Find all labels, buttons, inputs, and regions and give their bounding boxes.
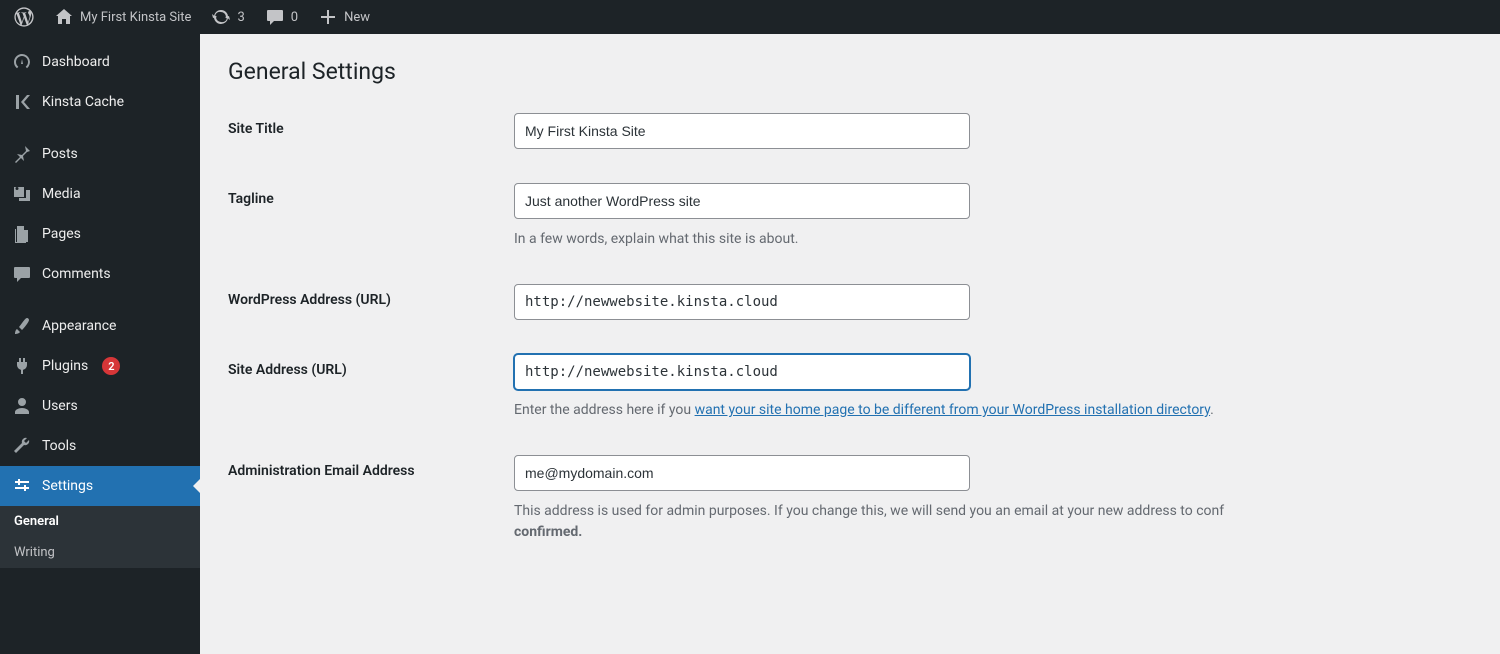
wp-url-input[interactable] (514, 284, 970, 320)
admin-email-description: This address is used for admin purposes.… (514, 501, 1472, 543)
page-title: General Settings (228, 58, 1472, 85)
site-name-label: My First Kinsta Site (80, 10, 191, 25)
comments-count: 0 (291, 10, 298, 25)
site-url-input[interactable] (514, 354, 970, 390)
plug-icon (12, 356, 32, 376)
row-admin-email: Administration Email Address This addres… (228, 455, 1472, 543)
comment-icon (265, 7, 285, 27)
sidebar-item-label: Media (42, 186, 81, 202)
admin-sidebar: Dashboard Kinsta Cache Posts Media Pages (0, 34, 200, 654)
site-url-label: Site Address (URL) (228, 354, 514, 378)
new-content-link[interactable]: New (310, 0, 378, 34)
wp-url-label: WordPress Address (URL) (228, 284, 514, 308)
user-icon (12, 396, 32, 416)
comments-link[interactable]: 0 (257, 0, 306, 34)
sidebar-item-comments[interactable]: Comments (0, 254, 200, 294)
sidebar-item-label: Dashboard (42, 54, 110, 70)
settings-submenu: General Writing (0, 506, 200, 568)
wordpress-logo[interactable] (6, 0, 42, 34)
tagline-label: Tagline (228, 183, 514, 207)
sidebar-item-dashboard[interactable]: Dashboard (0, 42, 200, 82)
sidebar-item-label: Users (42, 398, 78, 414)
admin-email-label: Administration Email Address (228, 455, 514, 479)
sidebar-item-label: Comments (42, 266, 111, 282)
tagline-description: In a few words, explain what this site i… (514, 229, 1472, 250)
sidebar-item-kinsta-cache[interactable]: Kinsta Cache (0, 82, 200, 122)
admin-email-input[interactable] (514, 455, 970, 491)
new-label: New (344, 10, 370, 25)
sidebar-item-settings[interactable]: Settings (0, 466, 200, 506)
wordpress-icon (14, 7, 34, 27)
sidebar-item-posts[interactable]: Posts (0, 134, 200, 174)
wrench-icon (12, 436, 32, 456)
sidebar-separator (0, 122, 200, 134)
content-area: General Settings Site Title Tagline In a… (200, 34, 1500, 654)
sidebar-item-pages[interactable]: Pages (0, 214, 200, 254)
sidebar-item-plugins[interactable]: Plugins 2 (0, 346, 200, 386)
home-icon (54, 7, 74, 27)
row-site-url: Site Address (URL) Enter the address her… (228, 354, 1472, 421)
updates-count: 3 (237, 10, 244, 25)
site-title-label: Site Title (228, 113, 514, 137)
submenu-item-general[interactable]: General (0, 506, 200, 537)
pages-icon (12, 224, 32, 244)
site-url-description: Enter the address here if you want your … (514, 400, 1472, 421)
sidebar-separator (0, 294, 200, 306)
sidebar-item-label: Settings (42, 478, 93, 494)
kinsta-icon (12, 92, 32, 112)
pushpin-icon (12, 144, 32, 164)
row-site-title: Site Title (228, 113, 1472, 149)
sidebar-item-media[interactable]: Media (0, 174, 200, 214)
sidebar-item-label: Appearance (42, 318, 116, 334)
updates-link[interactable]: 3 (203, 0, 252, 34)
tagline-input[interactable] (514, 183, 970, 219)
sidebar-item-label: Plugins (42, 358, 88, 374)
admin-bar: My First Kinsta Site 3 0 New (0, 0, 1500, 34)
row-wp-url: WordPress Address (URL) (228, 284, 1472, 320)
refresh-icon (211, 7, 231, 27)
row-tagline: Tagline In a few words, explain what thi… (228, 183, 1472, 250)
submenu-item-writing[interactable]: Writing (0, 537, 200, 568)
site-title-input[interactable] (514, 113, 970, 149)
dashboard-icon (12, 52, 32, 72)
sidebar-item-tools[interactable]: Tools (0, 426, 200, 466)
sliders-icon (12, 476, 32, 496)
sidebar-item-label: Pages (42, 226, 81, 242)
site-home-link[interactable]: My First Kinsta Site (46, 0, 199, 34)
plus-icon (318, 7, 338, 27)
sidebar-item-users[interactable]: Users (0, 386, 200, 426)
sidebar-item-label: Kinsta Cache (42, 94, 124, 110)
site-url-help-link[interactable]: want your site home page to be different… (695, 402, 1211, 418)
comments-icon (12, 264, 32, 284)
media-icon (12, 184, 32, 204)
sidebar-item-appearance[interactable]: Appearance (0, 306, 200, 346)
plugin-updates-badge: 2 (102, 357, 120, 375)
sidebar-item-label: Tools (42, 438, 76, 454)
brush-icon (12, 316, 32, 336)
sidebar-item-label: Posts (42, 146, 78, 162)
